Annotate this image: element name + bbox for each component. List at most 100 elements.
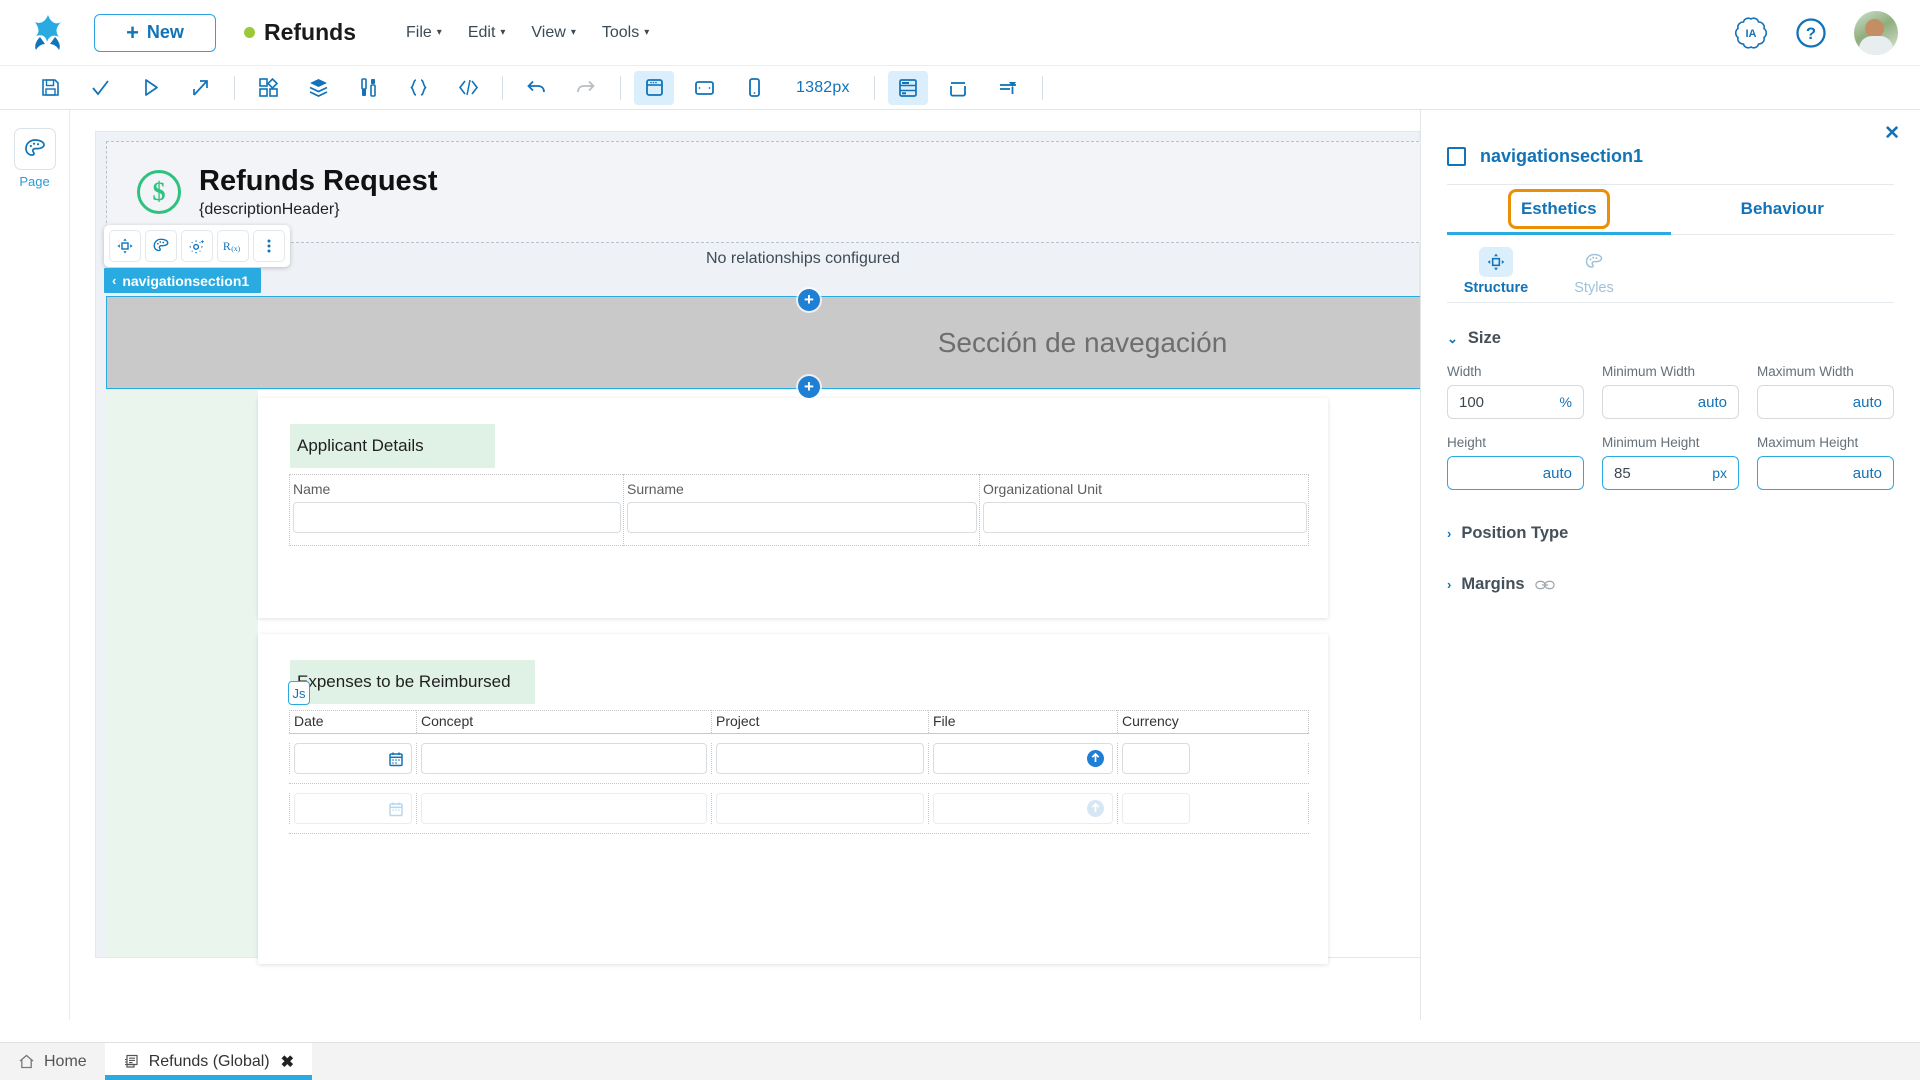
name-input[interactable] [293,502,621,533]
page-header-block[interactable]: $ Refunds Request {descriptionHeader} [106,141,1420,243]
move-handle-icon[interactable] [109,230,141,262]
table-row[interactable] [289,784,1309,834]
frog-logo-icon[interactable] [22,11,74,55]
section-margins-label: Margins [1461,575,1525,593]
table-row[interactable] [289,734,1309,784]
viewport-width-label[interactable]: 1382px [796,79,850,97]
menu-view[interactable]: View ▾ [531,24,575,42]
properties-panel: ✕ navigationsection1 Esthetics Behaviour [1420,110,1920,1020]
undo-icon[interactable] [516,71,556,105]
bottom-tab-bar: Home Refunds (Global) ✖ [0,1042,1920,1080]
file-upload-input[interactable] [933,793,1113,824]
close-icon[interactable]: ✖ [281,1052,294,1072]
min-height-unit[interactable]: px [1712,465,1727,481]
organizational-unit-input[interactable] [983,502,1307,533]
max-height-input[interactable]: auto [1757,456,1894,490]
user-avatar[interactable] [1854,10,1898,55]
menu-tools[interactable]: Tools ▾ [602,24,649,42]
add-above-handle[interactable]: + [798,289,820,311]
mobile-view-icon[interactable] [734,71,774,105]
tablet-view-icon[interactable] [684,71,724,105]
deploy-export-icon[interactable] [180,71,220,105]
currency-input[interactable] [1122,743,1190,774]
link-chain-icon[interactable] [1534,579,1555,591]
section-position-type-label: Position Type [1461,524,1569,542]
help-question-icon[interactable]: ? [1794,16,1828,50]
concept-input[interactable] [421,793,707,824]
run-play-icon[interactable] [130,71,170,105]
tab-esthetics[interactable]: Esthetics [1447,185,1671,235]
save-icon[interactable] [30,71,70,105]
experiments-icon[interactable] [348,71,388,105]
check-validate-icon[interactable] [80,71,120,105]
upload-circle-icon[interactable] [1086,749,1105,768]
date-input[interactable] [294,793,412,824]
min-height-value: 85 [1614,464,1631,482]
sidebar-item-page[interactable]: Page [0,128,69,189]
desktop-view-icon[interactable] [634,70,674,105]
align-distribute-icon[interactable] [988,71,1028,105]
redo-icon[interactable] [566,71,606,105]
max-width-input[interactable]: auto [1757,385,1894,419]
element-checkbox[interactable] [1447,147,1466,166]
subtab-styles[interactable]: Styles [1545,247,1643,296]
menu-bar: File ▾ Edit ▾ View ▾ Tools ▾ [406,24,649,42]
applicant-details-card[interactable]: Applicant Details Name Surname Organizat… [258,398,1328,618]
bottom-tab-home[interactable]: Home [0,1043,105,1080]
close-icon[interactable]: ✕ [1884,124,1900,143]
layers-stack-icon[interactable] [298,71,338,105]
ia-assistant-icon[interactable]: IA [1734,16,1768,50]
width-unit[interactable]: % [1560,394,1572,410]
js-badge[interactable]: Js [288,681,310,705]
field-organizational-unit: Organizational Unit [979,474,1309,546]
concept-input[interactable] [421,743,707,774]
palette-styles-icon[interactable] [145,230,177,262]
chevron-right-icon: › [1447,526,1452,541]
design-canvas[interactable]: $ Refunds Request {descriptionHeader} No… [70,110,1420,1020]
applicant-details-title: Applicant Details [290,424,495,468]
menu-edit-label: Edit [467,23,496,41]
new-button[interactable]: + New [94,13,216,52]
tab-behaviour[interactable]: Behaviour [1670,185,1894,235]
add-below-handle[interactable]: + [798,376,820,398]
project-input[interactable] [716,793,924,824]
surname-input[interactable] [627,502,977,533]
section-position-type[interactable]: › Position Type [1447,524,1894,543]
file-upload-input[interactable] [933,743,1113,774]
width-input[interactable]: 100 % [1447,385,1584,419]
section-margins[interactable]: › Margins [1447,575,1894,594]
expenses-title: Expenses to be Reimbursed [290,660,535,704]
date-input[interactable] [294,743,412,774]
expenses-card[interactable]: Expenses to be Reimbursed Date Concept P… [258,634,1328,964]
navigation-section-label: Sección de navegación [937,326,1228,358]
upload-circle-icon[interactable] [1086,799,1105,818]
calendar-icon[interactable] [388,801,404,817]
section-size[interactable]: ⌄ Size [1447,329,1894,348]
width-value: 100 [1459,393,1485,411]
chevron-down-icon: ▾ [436,27,442,38]
subtab-structure[interactable]: Structure [1447,247,1545,296]
selected-element-tag[interactable]: ‹ navigationsection1 [104,268,262,293]
variables-braces-icon[interactable] [398,71,438,105]
components-grid-icon[interactable] [248,71,288,105]
cell-currency [1117,793,1309,824]
navigation-section[interactable]: Sección de navegación [106,296,1420,389]
structure-move-icon [1479,247,1513,277]
menu-edit[interactable]: Edit ▾ [468,24,506,42]
height-input[interactable]: auto [1447,456,1584,490]
svg-text:?: ? [1806,24,1816,43]
source-code-icon[interactable] [448,71,488,105]
container-icon[interactable] [938,71,978,105]
bottom-tab-refunds[interactable]: Refunds (Global) ✖ [104,1043,313,1080]
more-options-icon[interactable] [253,230,285,262]
rx-formula-icon[interactable]: R (x) [217,230,249,262]
project-input[interactable] [716,743,924,774]
menu-file[interactable]: File ▾ [406,24,442,42]
min-width-input[interactable]: auto [1602,385,1739,419]
layout-master-icon[interactable] [887,70,928,105]
settings-gear-icon[interactable] [181,230,213,262]
chevron-down-icon: ▾ [570,27,576,38]
currency-input[interactable] [1122,793,1190,824]
min-height-input[interactable]: 85 px [1602,456,1739,490]
calendar-icon[interactable] [388,751,404,767]
